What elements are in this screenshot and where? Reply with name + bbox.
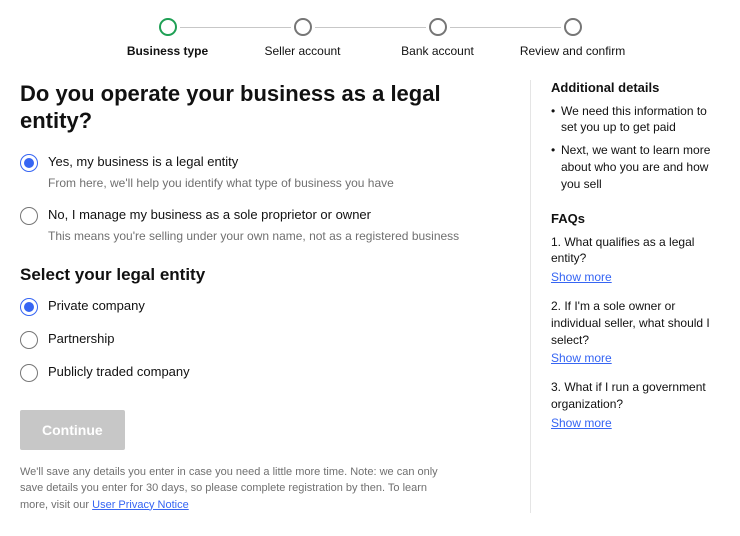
list-item: We need this information to set you up t… xyxy=(551,103,720,137)
radio-icon xyxy=(20,207,38,225)
radio-label: Private company xyxy=(48,297,510,315)
step-business-type: Business type xyxy=(100,18,235,60)
page-heading: Do you operate your business as a legal … xyxy=(20,80,510,135)
main-form: Do you operate your business as a legal … xyxy=(20,80,530,513)
radio-label: Partnership xyxy=(48,330,510,348)
step-circle-icon xyxy=(429,18,447,36)
entity-type-question: Private company Partnership Publicly tra… xyxy=(20,297,510,382)
radio-icon xyxy=(20,331,38,349)
show-more-link[interactable]: Show more xyxy=(551,350,612,367)
step-label: Review and confirm xyxy=(520,44,625,60)
show-more-link[interactable]: Show more xyxy=(551,269,612,286)
step-connector xyxy=(180,27,291,28)
faq-item: 3. What if I run a government organizati… xyxy=(551,379,720,431)
radio-description: From here, we'll help you identify what … xyxy=(48,175,510,192)
radio-legal-entity-yes[interactable]: Yes, my business is a legal entity From … xyxy=(20,153,510,192)
step-circle-icon xyxy=(159,18,177,36)
faq-question: 3. What if I run a government organizati… xyxy=(551,379,720,413)
progress-stepper: Business type Seller account Bank accoun… xyxy=(0,0,740,60)
step-seller-account: Seller account xyxy=(235,18,370,60)
entity-type-heading: Select your legal entity xyxy=(20,265,510,285)
show-more-link[interactable]: Show more xyxy=(551,415,612,432)
step-label: Seller account xyxy=(264,44,340,60)
faq-question: 2. If I'm a sole owner or individual sel… xyxy=(551,298,720,348)
step-circle-icon xyxy=(294,18,312,36)
footnote: We'll save any details you enter in case… xyxy=(20,464,450,514)
faq-question: 1. What qualifies as a legal entity? xyxy=(551,234,720,268)
radio-legal-entity-no[interactable]: No, I manage my business as a sole propr… xyxy=(20,206,510,245)
footnote-text: We'll save any details you enter in case… xyxy=(20,466,438,511)
radio-label: Publicly traded company xyxy=(48,363,510,381)
radio-description: This means you're selling under your own… xyxy=(48,228,510,245)
radio-icon xyxy=(20,364,38,382)
legal-entity-question: Yes, my business is a legal entity From … xyxy=(20,153,510,245)
sidebar: Additional details We need this informat… xyxy=(530,80,720,513)
step-label: Business type xyxy=(127,44,208,60)
step-bank-account: Bank account xyxy=(370,18,505,60)
radio-partnership[interactable]: Partnership xyxy=(20,330,510,349)
radio-label: Yes, my business is a legal entity xyxy=(48,153,510,171)
step-connector xyxy=(315,27,426,28)
radio-publicly-traded[interactable]: Publicly traded company xyxy=(20,363,510,382)
privacy-notice-link[interactable]: User Privacy Notice xyxy=(92,499,189,511)
faqs-heading: FAQs xyxy=(551,211,720,226)
radio-icon xyxy=(20,154,38,172)
step-review-confirm: Review and confirm xyxy=(505,18,640,60)
radio-icon xyxy=(20,298,38,316)
faq-item: 2. If I'm a sole owner or individual sel… xyxy=(551,298,720,367)
list-item: Next, we want to learn more about who yo… xyxy=(551,142,720,192)
step-connector xyxy=(450,27,561,28)
additional-details-heading: Additional details xyxy=(551,80,720,95)
additional-details-list: We need this information to set you up t… xyxy=(551,103,720,193)
continue-button[interactable]: Continue xyxy=(20,410,125,450)
radio-label: No, I manage my business as a sole propr… xyxy=(48,206,510,224)
step-label: Bank account xyxy=(401,44,474,60)
radio-private-company[interactable]: Private company xyxy=(20,297,510,316)
faq-item: 1. What qualifies as a legal entity? Sho… xyxy=(551,234,720,286)
step-circle-icon xyxy=(564,18,582,36)
